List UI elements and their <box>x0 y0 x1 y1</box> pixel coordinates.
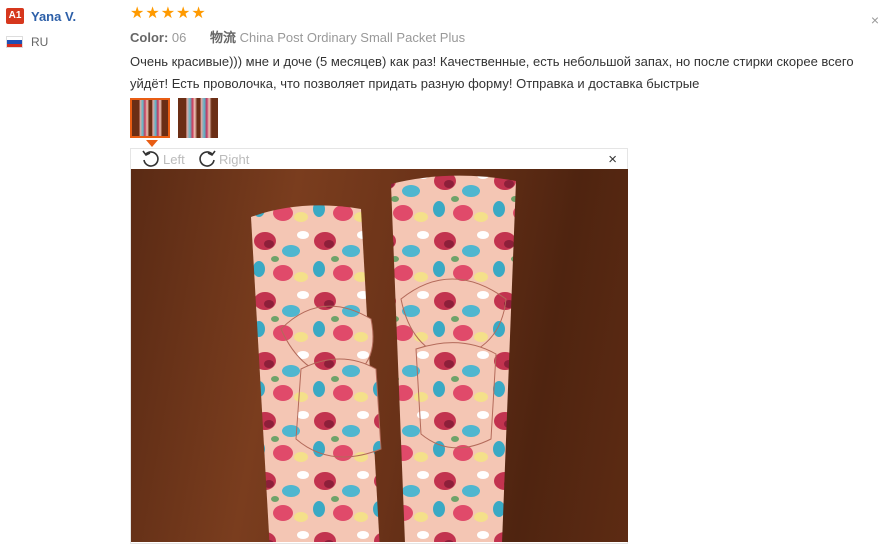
review-text: Очень красивые))) мне и доче (5 месяцев)… <box>130 54 854 91</box>
color-label: Color: <box>130 30 169 45</box>
active-thumbnail-caret <box>146 140 158 147</box>
level-badge: A1 <box>6 8 24 24</box>
star-icon: ★ <box>160 5 176 22</box>
shipping-value: China Post Ordinary Small Packet Plus <box>239 30 466 45</box>
viewer-close-icon[interactable]: × <box>608 151 617 168</box>
review-photo <box>131 169 628 542</box>
photo-viewer: Left Right × <box>130 148 628 544</box>
shipping-label: 物流 <box>210 30 237 45</box>
photo-thumbnail-1[interactable] <box>130 98 170 138</box>
star-rating: ★ ★ ★ ★ ★ <box>130 5 207 23</box>
rotate-left-button[interactable]: Left <box>141 150 185 168</box>
rotate-left-icon <box>142 150 159 167</box>
rotate-left-label: Left <box>163 151 185 167</box>
star-icon: ★ <box>130 5 145 22</box>
reviewer-info: A1 Yana V. RU <box>6 6 76 52</box>
star-icon: ★ <box>145 5 160 22</box>
star-icon: ★ <box>176 5 191 22</box>
rotate-right-icon <box>199 150 216 167</box>
review-close-icon[interactable]: × <box>871 12 879 28</box>
russia-flag-icon <box>6 36 23 48</box>
headbands-photo <box>251 175 516 542</box>
rotate-right-button[interactable]: Right <box>197 150 249 168</box>
reviewer-country: RU <box>31 35 49 49</box>
review-meta: Color: 06 物流 China Post Ordinary Small P… <box>130 27 465 46</box>
color-value: 06 <box>171 30 187 45</box>
photo-thumbnails <box>130 98 226 138</box>
rotate-right-label: Right <box>219 151 250 167</box>
reviewer-name[interactable]: Yana V. <box>31 9 76 24</box>
photo-thumbnail-2[interactable] <box>178 98 218 138</box>
star-icon: ★ <box>191 5 206 22</box>
viewer-toolbar: Left Right × <box>131 149 627 169</box>
